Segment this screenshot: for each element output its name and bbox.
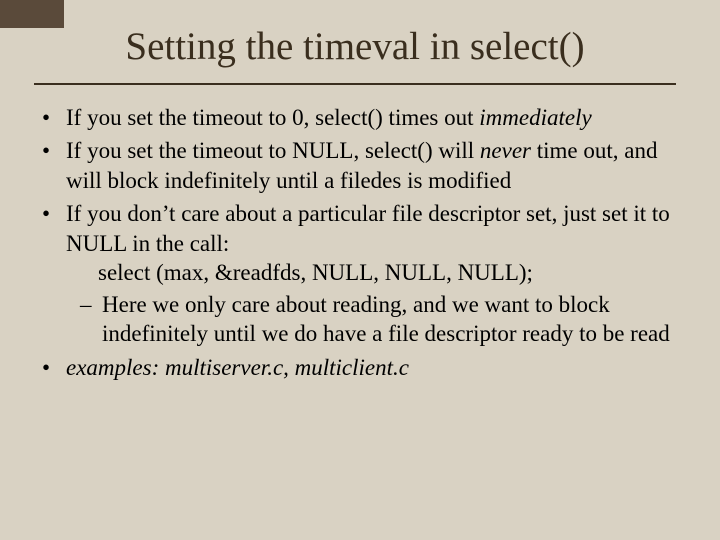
bullet-1-text-pre: If you set the timeout to 0, select() ti… xyxy=(66,105,479,130)
bullet-2: If you set the timeout to NULL, select()… xyxy=(34,136,676,195)
bullet-3-code: select (max, &readfds, NULL, NULL, NULL)… xyxy=(66,258,676,287)
title-rule xyxy=(34,83,676,85)
bullet-4-text: examples: multiserver.c, multiclient.c xyxy=(66,355,409,380)
bullet-3: If you don’t care about a particular fil… xyxy=(34,199,676,348)
bullet-3-sublist: Here we only care about reading, and we … xyxy=(66,290,676,349)
bullet-3-sub-1-text: Here we only care about reading, and we … xyxy=(102,292,670,346)
bullet-2-em: never xyxy=(480,138,531,163)
corner-accent xyxy=(0,0,64,28)
slide-title: Setting the timeval in select() xyxy=(34,24,676,69)
bullet-1-em: immediately xyxy=(479,105,591,130)
bullet-1: If you set the timeout to 0, select() ti… xyxy=(34,103,676,132)
bullet-2-text-pre: If you set the timeout to NULL, select()… xyxy=(66,138,480,163)
bullet-4: examples: multiserver.c, multiclient.c xyxy=(34,353,676,382)
slide: Setting the timeval in select() If you s… xyxy=(0,0,720,540)
bullet-3-sub-1: Here we only care about reading, and we … xyxy=(80,290,676,349)
bullet-list: If you set the timeout to 0, select() ti… xyxy=(34,103,676,382)
bullet-3-text: If you don’t care about a particular fil… xyxy=(66,201,670,255)
